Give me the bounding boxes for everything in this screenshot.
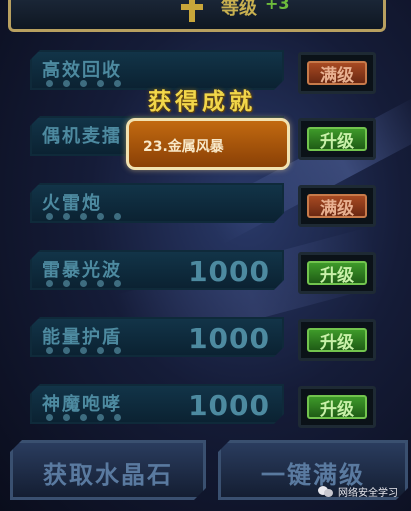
level-dot <box>63 347 70 354</box>
upgrade-button[interactable]: 升级 <box>298 386 376 428</box>
level-dot <box>114 213 121 220</box>
skill-name: 雷暴光波 <box>42 260 122 281</box>
level-dot <box>80 80 87 87</box>
button-label: 升级 <box>307 395 367 420</box>
plus-icon <box>181 0 203 22</box>
achievement-title: 获得成就 <box>148 89 256 115</box>
level-dot <box>63 213 70 220</box>
wechat-icon <box>318 485 334 498</box>
skill-level-dots <box>46 280 121 287</box>
level-dot <box>46 347 53 354</box>
level-dot <box>46 280 53 287</box>
level-dot <box>46 213 53 220</box>
skill-row: 雷暴光波 1000 <box>30 250 284 290</box>
level-dot <box>80 280 87 287</box>
level-dot <box>114 280 121 287</box>
level-dot <box>80 414 87 421</box>
button-label: 满级 <box>307 194 367 219</box>
button-label: 升级 <box>307 261 367 286</box>
skill-level-dots <box>46 347 121 354</box>
achievement-item: 23.金属风暴 <box>143 139 224 155</box>
max-level-button[interactable]: 满级 <box>298 52 376 94</box>
max-level-button[interactable]: 满级 <box>298 185 376 227</box>
level-label: 等级 <box>221 0 257 19</box>
level-dot <box>63 80 70 87</box>
get-crystal-button[interactable]: 获取水晶石 <box>10 440 206 500</box>
skill-name: 火雷炮 <box>42 193 102 214</box>
button-label: 升级 <box>307 328 367 353</box>
button-label: 满级 <box>307 61 367 86</box>
watermark: 网络安全学习 <box>318 484 398 499</box>
skill-row: 能量护盾 1000 <box>30 317 284 357</box>
achievement-popup[interactable]: 23.金属风暴 <box>126 118 290 170</box>
level-dot <box>80 213 87 220</box>
skill-cost: 1000 <box>188 322 270 355</box>
level-dot <box>97 280 104 287</box>
get-crystal-label: 获取水晶石 <box>43 461 173 489</box>
skill-level-dots <box>46 414 121 421</box>
level-dot <box>63 280 70 287</box>
level-dot <box>97 213 104 220</box>
skill-level-dots <box>46 80 121 87</box>
skill-name: 偶机麦擂 <box>42 126 122 147</box>
level-bonus: +3 <box>265 0 290 13</box>
level-dot <box>114 414 121 421</box>
level-dot <box>63 414 70 421</box>
button-label: 升级 <box>307 127 367 152</box>
level-dot <box>97 80 104 87</box>
skill-name: 能量护盾 <box>42 327 122 348</box>
level-dot <box>46 414 53 421</box>
level-dot <box>97 347 104 354</box>
watermark-text: 网络安全学习 <box>338 488 398 499</box>
level-dot <box>114 80 121 87</box>
level-panel: 等级 +3 <box>8 0 386 32</box>
level-dot <box>80 347 87 354</box>
skill-row: 火雷炮 <box>30 183 284 223</box>
level-dot <box>46 80 53 87</box>
skill-name: 神魔咆哮 <box>42 394 122 415</box>
skill-cost: 1000 <box>188 255 270 288</box>
skill-row: 神魔咆哮 1000 <box>30 384 284 424</box>
skill-name: 高效回收 <box>42 60 122 81</box>
upgrade-button[interactable]: 升级 <box>298 118 376 160</box>
level-dot <box>97 414 104 421</box>
upgrade-button[interactable]: 升级 <box>298 252 376 294</box>
level-dot <box>114 347 121 354</box>
skill-level-dots <box>46 213 121 220</box>
skill-cost: 1000 <box>188 389 270 422</box>
upgrade-button[interactable]: 升级 <box>298 319 376 361</box>
